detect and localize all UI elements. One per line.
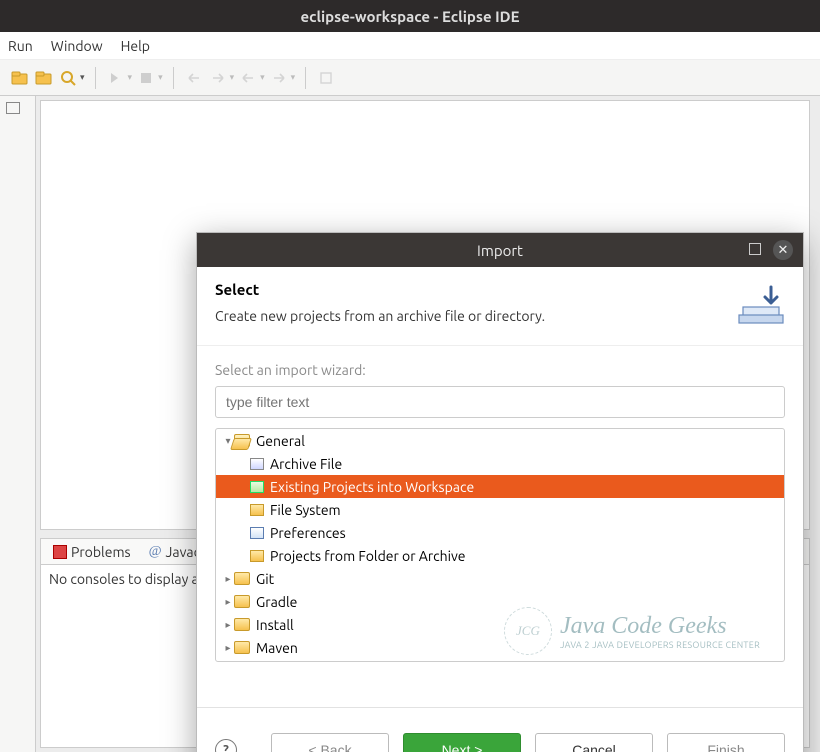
folder-icon xyxy=(250,504,264,516)
project-icon xyxy=(250,481,264,493)
folder-icon xyxy=(234,618,250,631)
wizard-label: Select an import wizard: xyxy=(215,362,785,378)
folder-icon xyxy=(250,550,264,562)
next-button[interactable]: Next > xyxy=(403,733,521,752)
debug-step-icon xyxy=(106,68,126,88)
filter-input[interactable] xyxy=(215,386,785,418)
chevron-right-icon: ▸ xyxy=(222,573,234,585)
back-button: < Back xyxy=(271,733,389,752)
dialog-heading: Select xyxy=(215,281,545,298)
window-title: eclipse-workspace - Eclipse IDE xyxy=(0,0,820,32)
pin-editor-icon xyxy=(316,68,336,88)
dialog-header: Select Create new projects from an archi… xyxy=(197,267,803,346)
tree-label: Archive File xyxy=(270,456,342,472)
tree-item-projects-folder-archive[interactable]: Projects from Folder or Archive xyxy=(216,544,784,567)
folder-icon xyxy=(234,595,250,608)
nav-back2-icon xyxy=(238,68,258,88)
minimize-view-icon[interactable] xyxy=(6,102,20,114)
tree-label: Maven xyxy=(256,640,298,656)
tree-item-file-system[interactable]: File System xyxy=(216,498,784,521)
open-project-icon[interactable] xyxy=(10,68,30,88)
separator xyxy=(173,67,174,89)
tree-item-archive-file[interactable]: Archive File xyxy=(216,452,784,475)
finish-button: Finish xyxy=(667,733,785,752)
import-dialog: Import ✕ Select Create new projects from… xyxy=(196,232,804,752)
main-window: eclipse-workspace - Eclipse IDE Run Wind… xyxy=(0,0,820,752)
dialog-titlebar: Import ✕ xyxy=(197,233,803,267)
help-icon[interactable]: ? xyxy=(215,739,237,752)
toolbar: ▾ ▾ ▾ ▾ ▾ ▾ xyxy=(0,60,820,96)
cancel-button[interactable]: Cancel xyxy=(535,733,653,752)
folder-icon xyxy=(234,641,250,654)
tree-label: General xyxy=(256,433,305,449)
archive-icon xyxy=(250,458,264,470)
tree-label: Projects from Folder or Archive xyxy=(270,548,466,564)
dialog-footer: ? < Back Next > Cancel Finish xyxy=(197,707,803,752)
problems-icon xyxy=(53,545,67,559)
tree-label: File System xyxy=(270,502,341,518)
chevron-right-icon: ▸ xyxy=(222,619,234,631)
chevron-right-icon: ▸ xyxy=(222,596,234,608)
open-file-icon[interactable] xyxy=(34,68,54,88)
tab-problems[interactable]: Problems xyxy=(47,542,137,562)
tree-item-existing-projects[interactable]: Existing Projects into Workspace xyxy=(216,475,784,498)
menu-window[interactable]: Window xyxy=(51,38,103,54)
separator xyxy=(95,67,96,89)
run-config-icon xyxy=(136,68,156,88)
menu-bar: Run Window Help xyxy=(0,32,820,60)
dialog-body: Select an import wizard: ▾ General Archi… xyxy=(197,346,803,707)
tab-problems-label: Problems xyxy=(71,544,131,560)
tree-node-general[interactable]: ▾ General xyxy=(216,429,784,452)
javadoc-icon: @ xyxy=(149,544,162,560)
import-wizard-icon xyxy=(737,285,785,325)
menu-run[interactable]: Run xyxy=(8,38,33,54)
tree-label: Install xyxy=(256,617,294,633)
preferences-icon xyxy=(250,527,264,539)
menu-help[interactable]: Help xyxy=(121,38,150,54)
wizard-tree[interactable]: ▾ General Archive File Existing Projects… xyxy=(215,428,785,662)
chevron-right-icon: ▸ xyxy=(222,642,234,654)
tree-node-gradle[interactable]: ▸ Gradle xyxy=(216,590,784,613)
tree-label: Git xyxy=(256,571,274,587)
dropdown-icon[interactable]: ▾ xyxy=(80,72,85,83)
dialog-subheading: Create new projects from an archive file… xyxy=(215,308,545,324)
folder-open-icon xyxy=(234,434,250,447)
dialog-title: Import xyxy=(477,242,523,259)
side-panel xyxy=(0,96,36,752)
tree-item-preferences[interactable]: Preferences xyxy=(216,521,784,544)
tree-node-maven[interactable]: ▸ Maven xyxy=(216,636,784,659)
tree-node-git[interactable]: ▸ Git xyxy=(216,567,784,590)
work-area: Problems @ Javadoc No consoles to displa… xyxy=(0,96,820,752)
nav-forward2-icon xyxy=(269,68,289,88)
nav-back-icon xyxy=(184,68,204,88)
tree-label: Existing Projects into Workspace xyxy=(270,479,474,495)
tree-label: Gradle xyxy=(256,594,297,610)
separator xyxy=(305,67,306,89)
close-icon[interactable]: ✕ xyxy=(773,240,793,260)
tree-label: Preferences xyxy=(270,525,346,541)
nav-forward-icon xyxy=(208,68,228,88)
folder-icon xyxy=(234,572,250,585)
maximize-icon[interactable] xyxy=(749,243,761,255)
search-icon[interactable] xyxy=(58,68,78,88)
tree-node-install[interactable]: ▸ Install xyxy=(216,613,784,636)
